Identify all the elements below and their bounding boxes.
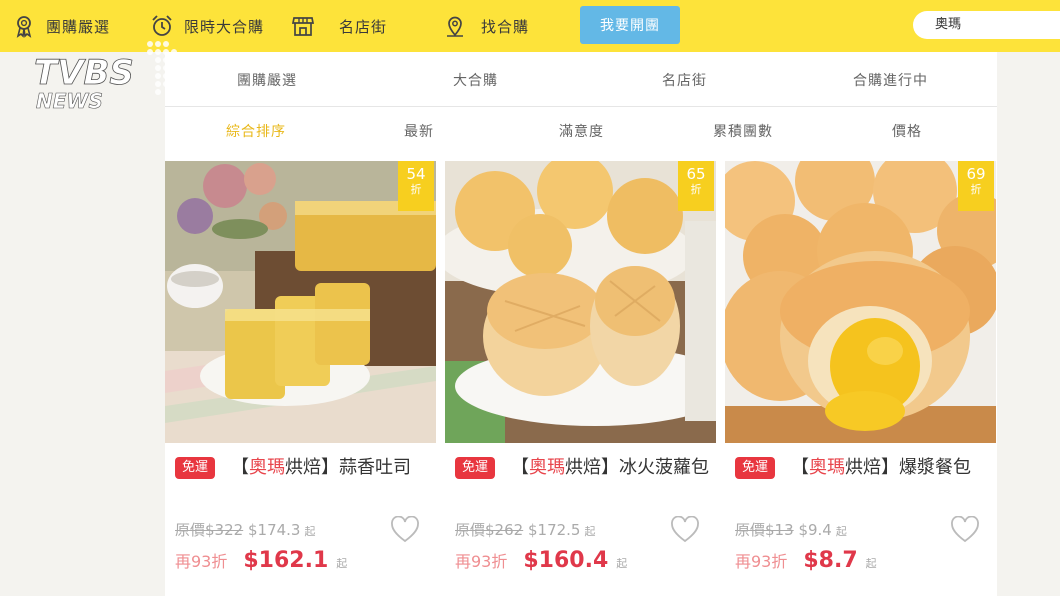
- storefront-icon: [291, 14, 315, 38]
- price-row: 原價$13 $9.4 起: [735, 521, 847, 539]
- category-tabs: 團購嚴選 大合購 名店街 合購進行中: [165, 52, 997, 107]
- location-pin-icon: [443, 14, 467, 38]
- free-shipping-tag: 免運: [735, 457, 776, 479]
- tab-big-group-buy[interactable]: 大合購: [453, 70, 498, 90]
- content-panel: 團購嚴選 大合購 名店街 合購進行中 綜合排序 最新 滿意度 累積團數 價格 5…: [165, 52, 997, 596]
- nav-item-label: 找合購: [481, 17, 530, 36]
- extra-discount: 再93折: [735, 552, 788, 571]
- price-row: 原價$262 $172.5 起: [455, 521, 596, 539]
- product-title[interactable]: 免運 【奧瑪烘焙】冰火菠蘿包: [455, 453, 710, 483]
- deal-row: 再93折 $160.4 起: [455, 548, 628, 573]
- search-input[interactable]: [913, 11, 1060, 39]
- pineapple-bun-photo[interactable]: 65 折: [445, 161, 716, 443]
- discount-badge: 69 折: [958, 161, 994, 211]
- group-price: $9.4: [798, 521, 832, 539]
- garlic-toast-photo[interactable]: 54 折: [165, 161, 436, 443]
- group-price: $172.5: [527, 521, 581, 539]
- sort-price[interactable]: 價格: [892, 121, 922, 141]
- final-price: $8.7: [803, 548, 858, 573]
- free-shipping-tag: 免運: [175, 457, 216, 479]
- nav-item-famous-stores[interactable]: 名店街: [291, 12, 387, 40]
- product-card[interactable]: 54 折 免運 【奧瑪烘焙】蒜香吐司 原價$322 $174.3 起 再93折 $16…: [165, 161, 436, 596]
- product-card[interactable]: 65 折 免運 【奧瑪烘焙】冰火菠蘿包 原價$262 $172.5 起 再93折 $1…: [445, 161, 716, 596]
- discount-badge: 65 折: [678, 161, 714, 211]
- heart-icon[interactable]: [390, 515, 420, 544]
- product-card[interactable]: 69 折 免運 【奧瑪烘焙】爆漿餐包 原價$13 $9.4 起 再93折 $8.7 起: [725, 161, 996, 596]
- discount-badge: 54 折: [398, 161, 434, 211]
- nav-item-find-group-buy[interactable]: 找合購: [443, 12, 529, 40]
- nav-item-label: 限時大合購: [184, 17, 265, 36]
- price-row: 原價$322 $174.3 起: [175, 521, 316, 539]
- sort-accumulated-groups[interactable]: 累積團數: [713, 121, 773, 141]
- product-title[interactable]: 免運 【奧瑪烘焙】蒜香吐司: [175, 453, 430, 483]
- extra-discount: 再93折: [455, 552, 508, 571]
- final-price: $162.1: [243, 548, 329, 573]
- heart-icon[interactable]: [670, 515, 700, 544]
- extra-discount: 再93折: [175, 552, 228, 571]
- svg-text:NEWS: NEWS: [36, 89, 103, 112]
- nav-item-label: 名店街: [339, 17, 388, 36]
- svg-text:TVBS: TVBS: [34, 53, 134, 93]
- sort-comprehensive[interactable]: 綜合排序: [226, 121, 286, 141]
- tab-group-buy-in-progress[interactable]: 合購進行中: [853, 70, 928, 90]
- tab-group-selection[interactable]: 團購嚴選: [237, 70, 297, 90]
- start-group-buy-button[interactable]: 我要開團: [580, 6, 680, 44]
- heart-icon[interactable]: [950, 515, 980, 544]
- sort-newest[interactable]: 最新: [404, 121, 434, 141]
- sort-satisfaction[interactable]: 滿意度: [559, 121, 604, 141]
- product-title[interactable]: 免運 【奧瑪烘焙】爆漿餐包: [735, 453, 990, 483]
- free-shipping-tag: 免運: [455, 457, 496, 479]
- group-price: $174.3: [247, 521, 301, 539]
- deal-row: 再93折 $162.1 起: [175, 548, 348, 573]
- sort-options: 綜合排序 最新 滿意度 累積團數 價格: [165, 107, 997, 151]
- deal-row: 再93折 $8.7 起: [735, 548, 877, 573]
- final-price: $160.4: [523, 548, 609, 573]
- tab-famous-stores[interactable]: 名店街: [662, 70, 707, 90]
- custard-bun-photo[interactable]: 69 折: [725, 161, 996, 443]
